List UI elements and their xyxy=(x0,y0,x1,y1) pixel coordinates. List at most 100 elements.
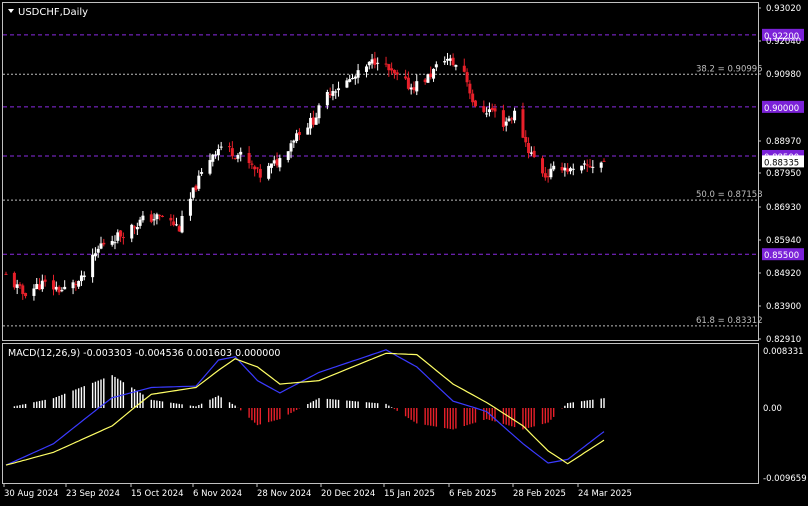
candle-body xyxy=(563,167,567,171)
candle-body xyxy=(135,227,139,230)
price-tick-label: 0.87950 xyxy=(766,169,801,179)
candle-body xyxy=(370,59,374,64)
price-tick-label: 0.90980 xyxy=(766,70,801,80)
candle-body xyxy=(490,107,494,111)
candle-body xyxy=(513,110,517,121)
candle-body xyxy=(364,66,368,72)
candle-body xyxy=(149,214,153,222)
candle-body xyxy=(527,142,531,154)
candle-body xyxy=(395,72,399,75)
candle-body xyxy=(309,117,313,129)
candle-body xyxy=(32,288,36,296)
candle-body xyxy=(356,70,360,78)
fib-level-label: 61.8 = 0.83312 xyxy=(696,316,763,326)
candle-body xyxy=(549,168,553,178)
candle-body xyxy=(74,284,78,286)
candle-body xyxy=(214,154,218,156)
candle-body xyxy=(404,76,408,79)
candle-body xyxy=(15,284,19,288)
candle-body xyxy=(169,217,173,221)
candle-body xyxy=(174,224,178,226)
candle-body xyxy=(485,113,489,115)
candle-body xyxy=(35,284,39,290)
candle-body xyxy=(568,168,572,172)
candle-body xyxy=(314,117,318,125)
candle-body xyxy=(138,219,142,226)
candle-body xyxy=(473,100,477,107)
candle-body xyxy=(71,282,75,289)
candle-body xyxy=(228,146,232,148)
candle-body xyxy=(297,132,301,135)
candle-body xyxy=(434,64,438,68)
candle-body xyxy=(211,154,215,162)
candle-body xyxy=(367,61,371,66)
candle-body xyxy=(529,152,533,154)
candle-body xyxy=(482,106,486,112)
candle-body xyxy=(325,91,329,106)
candle-body xyxy=(591,166,595,168)
time-tick-label: 24 Mar 2025 xyxy=(578,489,632,499)
candle-body xyxy=(532,150,536,158)
candle-body xyxy=(446,58,450,61)
candle-body xyxy=(541,158,545,174)
candle-body xyxy=(110,241,114,245)
time-tick-label: 15 Oct 2024 xyxy=(131,489,184,499)
trading-chart[interactable]: 0.922000.900000.885000.85500 38.2 = 0.90… xyxy=(0,0,808,502)
candle-body xyxy=(429,73,433,78)
candle-body xyxy=(334,91,338,93)
candle-body xyxy=(79,275,83,282)
candle-body xyxy=(487,109,491,113)
candle-body xyxy=(392,69,396,74)
fib-level-label: 38.2 = 0.90995 xyxy=(696,64,763,74)
candle-body xyxy=(141,215,145,221)
candle-body xyxy=(60,290,64,292)
candle-body xyxy=(571,168,575,170)
candle-body xyxy=(177,226,181,232)
candle-body xyxy=(216,149,220,156)
macd-tick-label: 0.008331 xyxy=(763,347,804,357)
candle-body xyxy=(409,87,413,90)
candle-body xyxy=(504,121,508,126)
chart-title[interactable]: USDCHF,Daily xyxy=(8,7,88,18)
candle-body xyxy=(253,166,257,170)
price-tick-label: 0.84920 xyxy=(766,269,801,279)
candle-body xyxy=(275,159,279,166)
candle-body xyxy=(384,63,388,65)
candle-body xyxy=(292,140,296,143)
time-tick-label: 20 Dec 2024 xyxy=(321,489,375,499)
candle-body xyxy=(376,62,380,64)
candle-body xyxy=(348,79,352,82)
candle-body xyxy=(121,237,125,239)
candle-body xyxy=(278,158,282,168)
candle-body xyxy=(286,151,290,160)
candle-body xyxy=(99,243,103,249)
candle-body xyxy=(337,88,341,91)
candle-body xyxy=(546,176,550,178)
candle-body xyxy=(443,61,447,63)
candle-body xyxy=(194,185,198,191)
candle-body xyxy=(345,80,349,88)
candle-body xyxy=(471,93,475,103)
candle-body xyxy=(180,215,184,233)
candle-body xyxy=(57,286,61,293)
chart-canvas[interactable]: 0.922000.900000.885000.85500 38.2 = 0.90… xyxy=(0,0,808,502)
candle-body xyxy=(507,118,511,121)
candle-body xyxy=(390,68,394,71)
candle-body xyxy=(585,164,589,166)
candle-body xyxy=(21,285,25,295)
candle-body xyxy=(208,160,212,174)
macd-label: MACD(12,26,9) -0.003303 -0.004536 0.0016… xyxy=(8,348,280,359)
time-tick-label: 6 Feb 2025 xyxy=(449,489,497,499)
candle-body xyxy=(353,76,357,79)
candle-body xyxy=(219,146,223,148)
candle-body xyxy=(155,214,159,220)
candle-body xyxy=(43,279,47,282)
candle-body xyxy=(152,219,156,221)
candle-body xyxy=(560,167,564,171)
candle-body xyxy=(54,286,58,290)
candle-body xyxy=(468,83,472,94)
time-tick-label: 30 Aug 2024 xyxy=(4,489,58,499)
price-tick-label: 0.82910 xyxy=(766,335,801,345)
candle-body xyxy=(18,284,22,286)
candle-body xyxy=(451,57,455,66)
